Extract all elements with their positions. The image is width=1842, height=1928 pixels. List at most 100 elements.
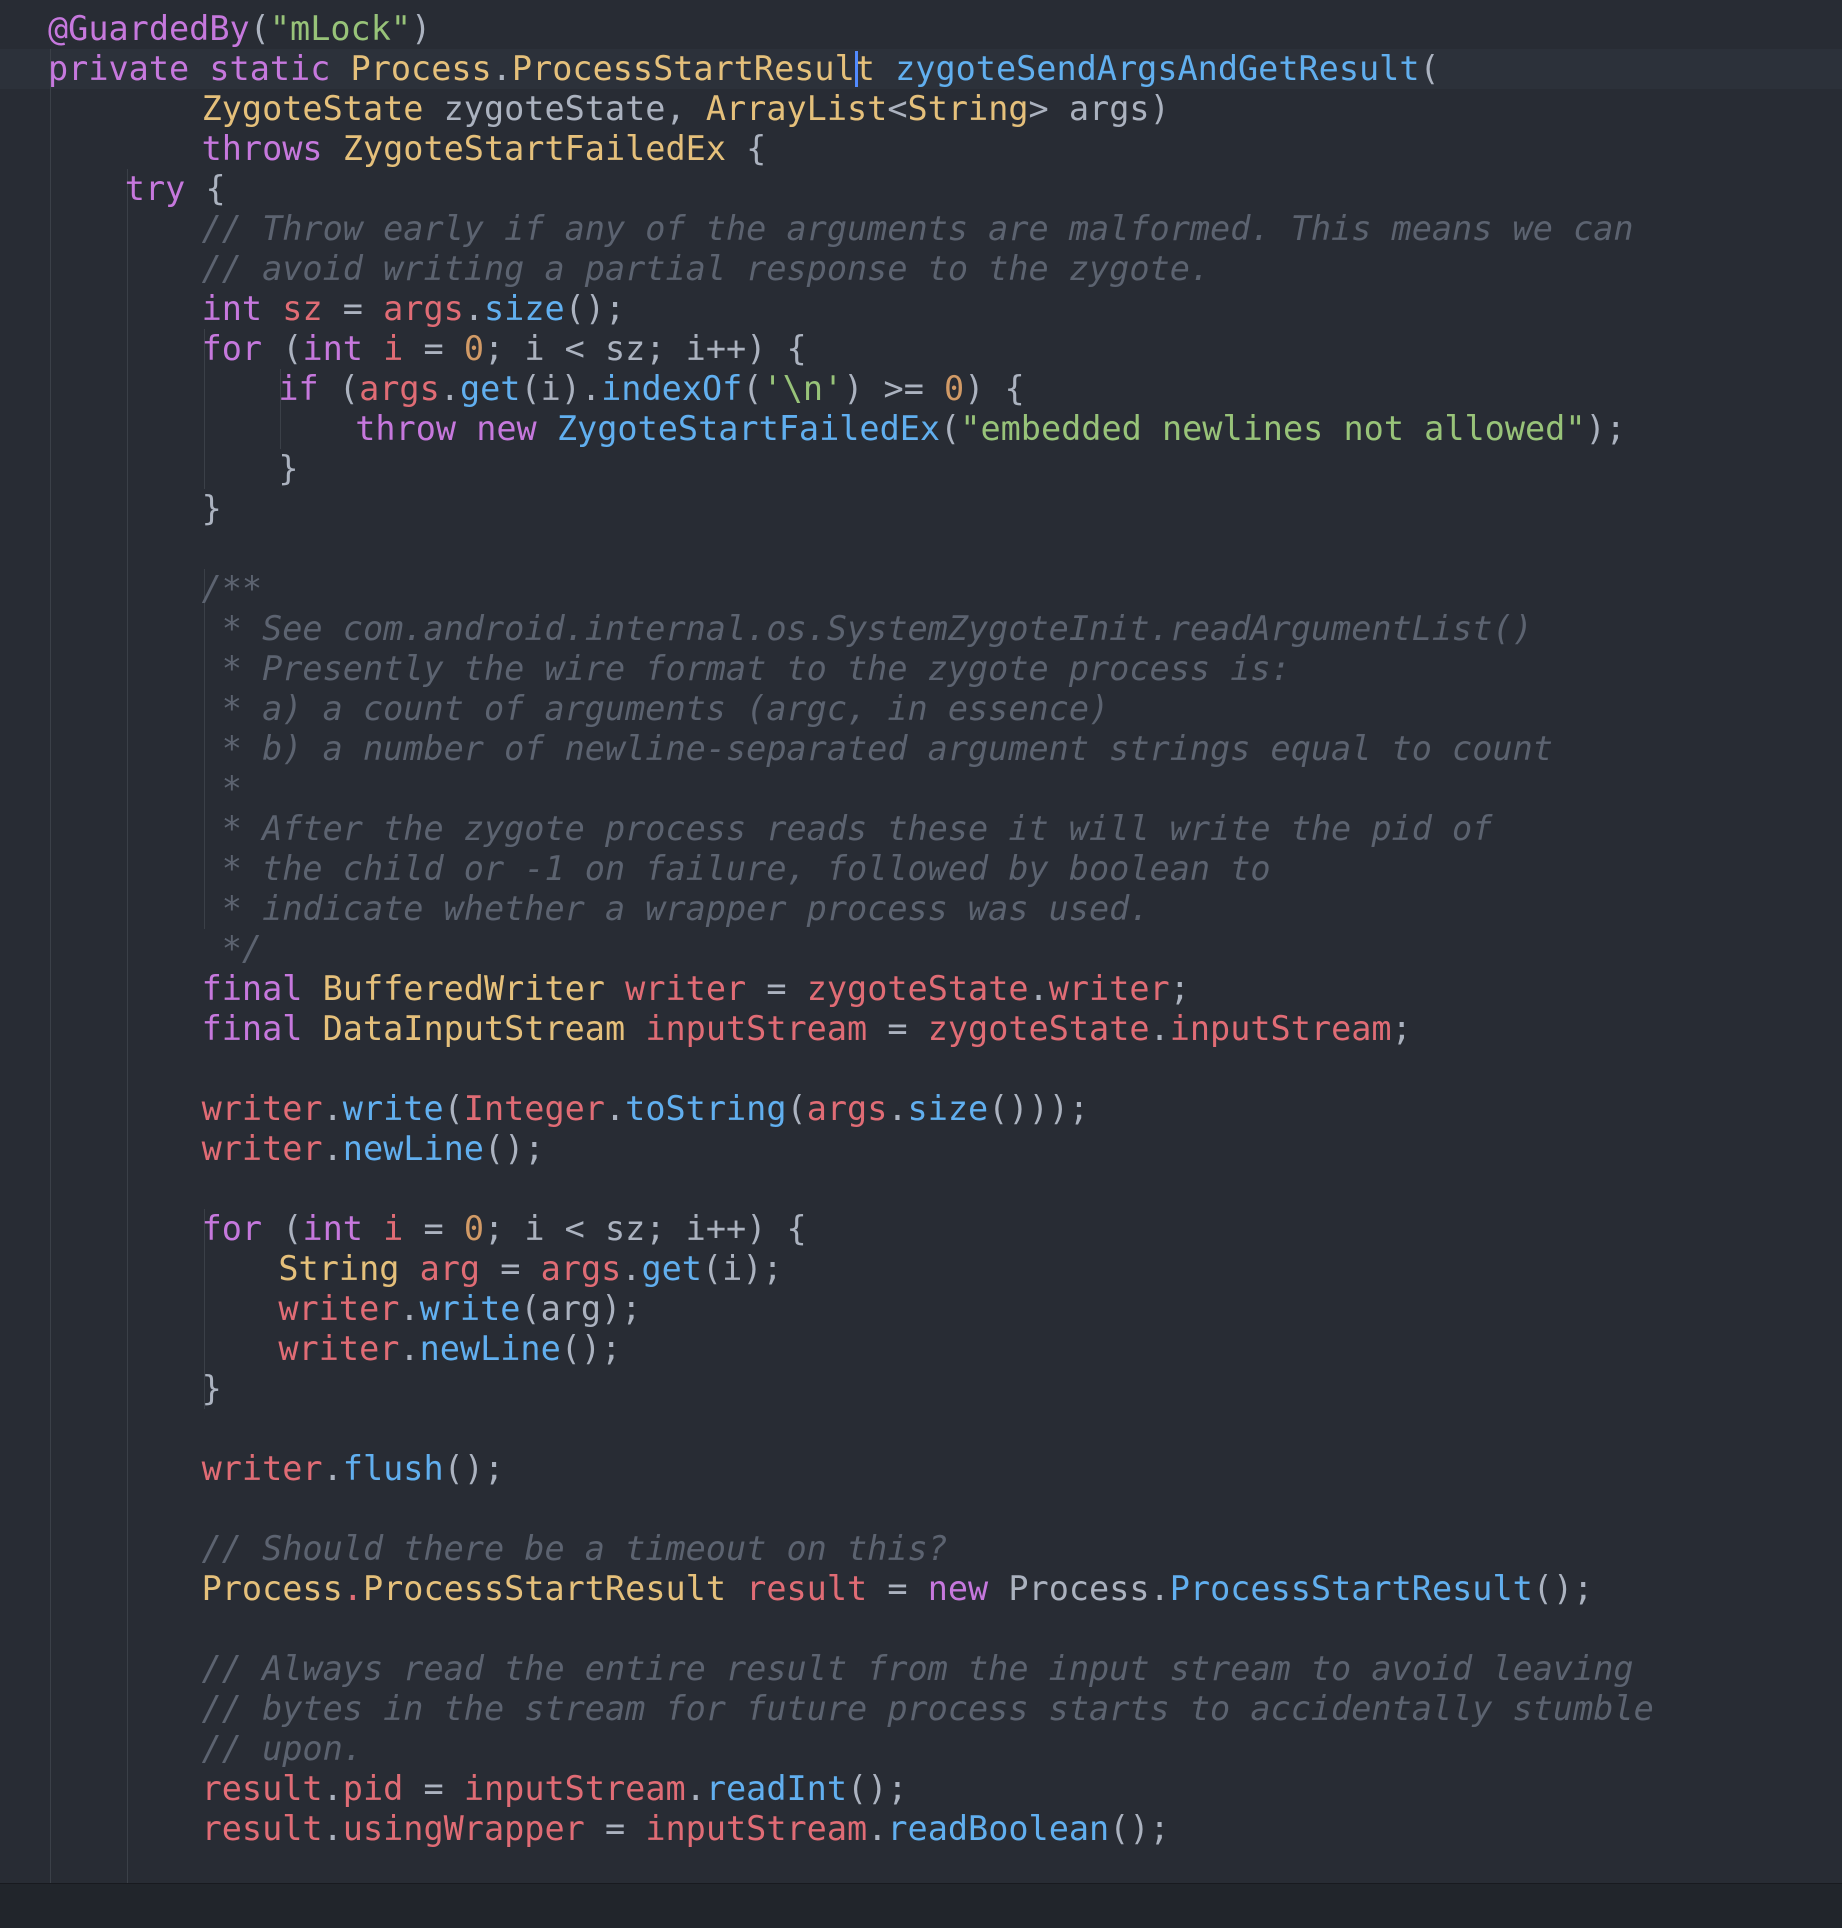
code-token: ; i < sz; i++) { (484, 1209, 807, 1248)
code-line[interactable]: * indicate whether a wrapper process was… (202, 889, 1150, 929)
code-token: * After the zygote process reads these i… (201, 809, 1493, 848)
code-token: i (383, 1209, 404, 1248)
text-caret (855, 51, 858, 87)
code-token: . (685, 1769, 706, 1808)
code-line[interactable]: try { (125, 169, 226, 209)
code-token: writer (1048, 969, 1170, 1008)
code-token: . (399, 1289, 420, 1328)
code-editor[interactable]: @GuardedBy("mLock") private static Proces… (0, 0, 1842, 1928)
code-line[interactable]: for (int i = 0; i < sz; i++) { (202, 329, 807, 369)
code-token: . (322, 1449, 343, 1488)
code-line[interactable]: writer.write(Integer.toString(args.size(… (202, 1089, 1089, 1129)
code-token: args (359, 369, 440, 408)
code-token: 0 (944, 369, 965, 408)
code-line[interactable]: } (202, 1369, 222, 1409)
code-token: "mLock" (269, 9, 412, 48)
code-token: new (927, 1569, 989, 1608)
code-line[interactable]: for (int i = 0; i < sz; i++) { (202, 1209, 807, 1249)
code-token: '\n' (762, 369, 844, 408)
code-token: } (201, 489, 222, 528)
code-line[interactable]: * b) a number of newline-separated argum… (202, 729, 1553, 769)
code-line[interactable]: // Always read the entire result from th… (202, 1649, 1634, 1689)
code-token: ( (742, 369, 763, 408)
code-line[interactable]: /** (202, 569, 263, 609)
code-line[interactable]: Process.ProcessStartResult result = new … (202, 1569, 1594, 1609)
code-token: BufferedWriter (322, 969, 605, 1008)
code-token: result (746, 1569, 868, 1608)
code-token: < (887, 89, 908, 128)
code-line[interactable]: * a) a count of arguments (argc, in esse… (202, 689, 1109, 729)
code-line[interactable]: String arg = args.get(i); (278, 1249, 782, 1289)
code-token: newLine (342, 1129, 484, 1168)
code-line[interactable]: int sz = args.size(); (202, 289, 626, 329)
code-token: ProcessStartResult (362, 1569, 726, 1608)
code-line[interactable]: writer.flush(); (202, 1449, 505, 1489)
code-token: result (201, 1769, 323, 1808)
code-token: ProcessStartResult (511, 49, 875, 88)
code-token: zygoteSendArgsAndGetResult (895, 49, 1420, 88)
code-token: . (322, 1769, 343, 1808)
code-token: . (621, 1249, 642, 1288)
code-line[interactable]: result.pid = inputStream.readInt(); (202, 1769, 908, 1809)
code-token: ZygoteStartFailedEx (342, 129, 726, 168)
code-token: = (867, 1569, 928, 1608)
code-token: args (383, 289, 464, 328)
code-token: sz (282, 289, 323, 328)
code-line[interactable]: // Should there be a timeout on this? (202, 1529, 948, 1569)
code-token: (); (1109, 1809, 1170, 1848)
code-line[interactable]: private static Process.ProcessStartResul… (48, 49, 1440, 89)
code-line[interactable]: final DataInputStream inputStream = zygo… (202, 1009, 1412, 1049)
code-token: // avoid writing a partial response to t… (201, 249, 1211, 288)
code-token: readInt (705, 1769, 848, 1808)
code-token: (); (483, 1129, 545, 1168)
code-line[interactable]: @GuardedBy("mLock") (48, 9, 431, 49)
code-token: pid (342, 1769, 404, 1808)
code-token: . (342, 1569, 363, 1608)
code-line[interactable]: } (202, 489, 222, 529)
code-token: Process (350, 49, 492, 88)
code-line[interactable]: * (202, 769, 242, 809)
code-token: inputStream (463, 1769, 686, 1808)
code-token: private (48, 49, 190, 88)
code-token: ( (262, 1209, 303, 1248)
code-token: = (403, 329, 464, 368)
code-line[interactable]: */ (202, 929, 262, 969)
code-line[interactable]: result.usingWrapper = inputStream.readBo… (202, 1809, 1170, 1849)
code-token: = (867, 1009, 928, 1048)
code-token: toString (625, 1089, 787, 1128)
code-line[interactable]: * After the zygote process reads these i… (202, 809, 1493, 849)
code-line[interactable]: // Throw early if any of the arguments a… (202, 209, 1634, 249)
code-token: . (1149, 1009, 1170, 1048)
code-token: @GuardedBy (48, 9, 250, 48)
code-line[interactable]: final BufferedWriter writer = zygoteStat… (202, 969, 1190, 1009)
code-token: writer (201, 1129, 323, 1168)
code-line[interactable]: ZygoteState zygoteState, ArrayList<Strin… (202, 89, 1170, 129)
code-line[interactable]: // avoid writing a partial response to t… (202, 249, 1210, 289)
code-line[interactable]: throws ZygoteStartFailedEx { (202, 129, 767, 169)
code-token: Integer (463, 1089, 605, 1128)
code-line[interactable]: * the child or -1 on failure, followed b… (202, 849, 1271, 889)
code-token: inputStream (645, 1809, 868, 1848)
code-token: Process. (988, 1569, 1170, 1608)
code-token: int (302, 1209, 363, 1248)
code-line[interactable]: writer.newLine(); (202, 1129, 545, 1169)
code-line[interactable]: * See com.android.internal.os.SystemZygo… (202, 609, 1533, 649)
code-line[interactable]: // upon. (202, 1729, 363, 1769)
code-token: ( (940, 409, 961, 448)
code-token: ( (786, 1089, 807, 1128)
code-line[interactable]: } (278, 449, 298, 489)
code-line[interactable]: * Presently the wire format to the zygot… (202, 649, 1291, 689)
code-line[interactable]: throw new ZygoteStartFailedEx("embedded … (355, 409, 1626, 449)
code-line[interactable]: writer.newLine(); (278, 1329, 621, 1369)
code-line[interactable]: if (args.get(i).indexOf('\n') >= 0) { (278, 369, 1024, 409)
code-token: ZygoteStartFailedEx (556, 409, 941, 448)
code-line[interactable]: writer.write(arg); (278, 1289, 641, 1329)
code-token: usingWrapper (342, 1809, 585, 1848)
code-token: args) (1068, 89, 1170, 128)
code-line[interactable]: // bytes in the stream for future proces… (202, 1689, 1654, 1729)
code-token: * the child or -1 on failure, followed b… (201, 849, 1271, 888)
code-token: = (322, 289, 384, 328)
